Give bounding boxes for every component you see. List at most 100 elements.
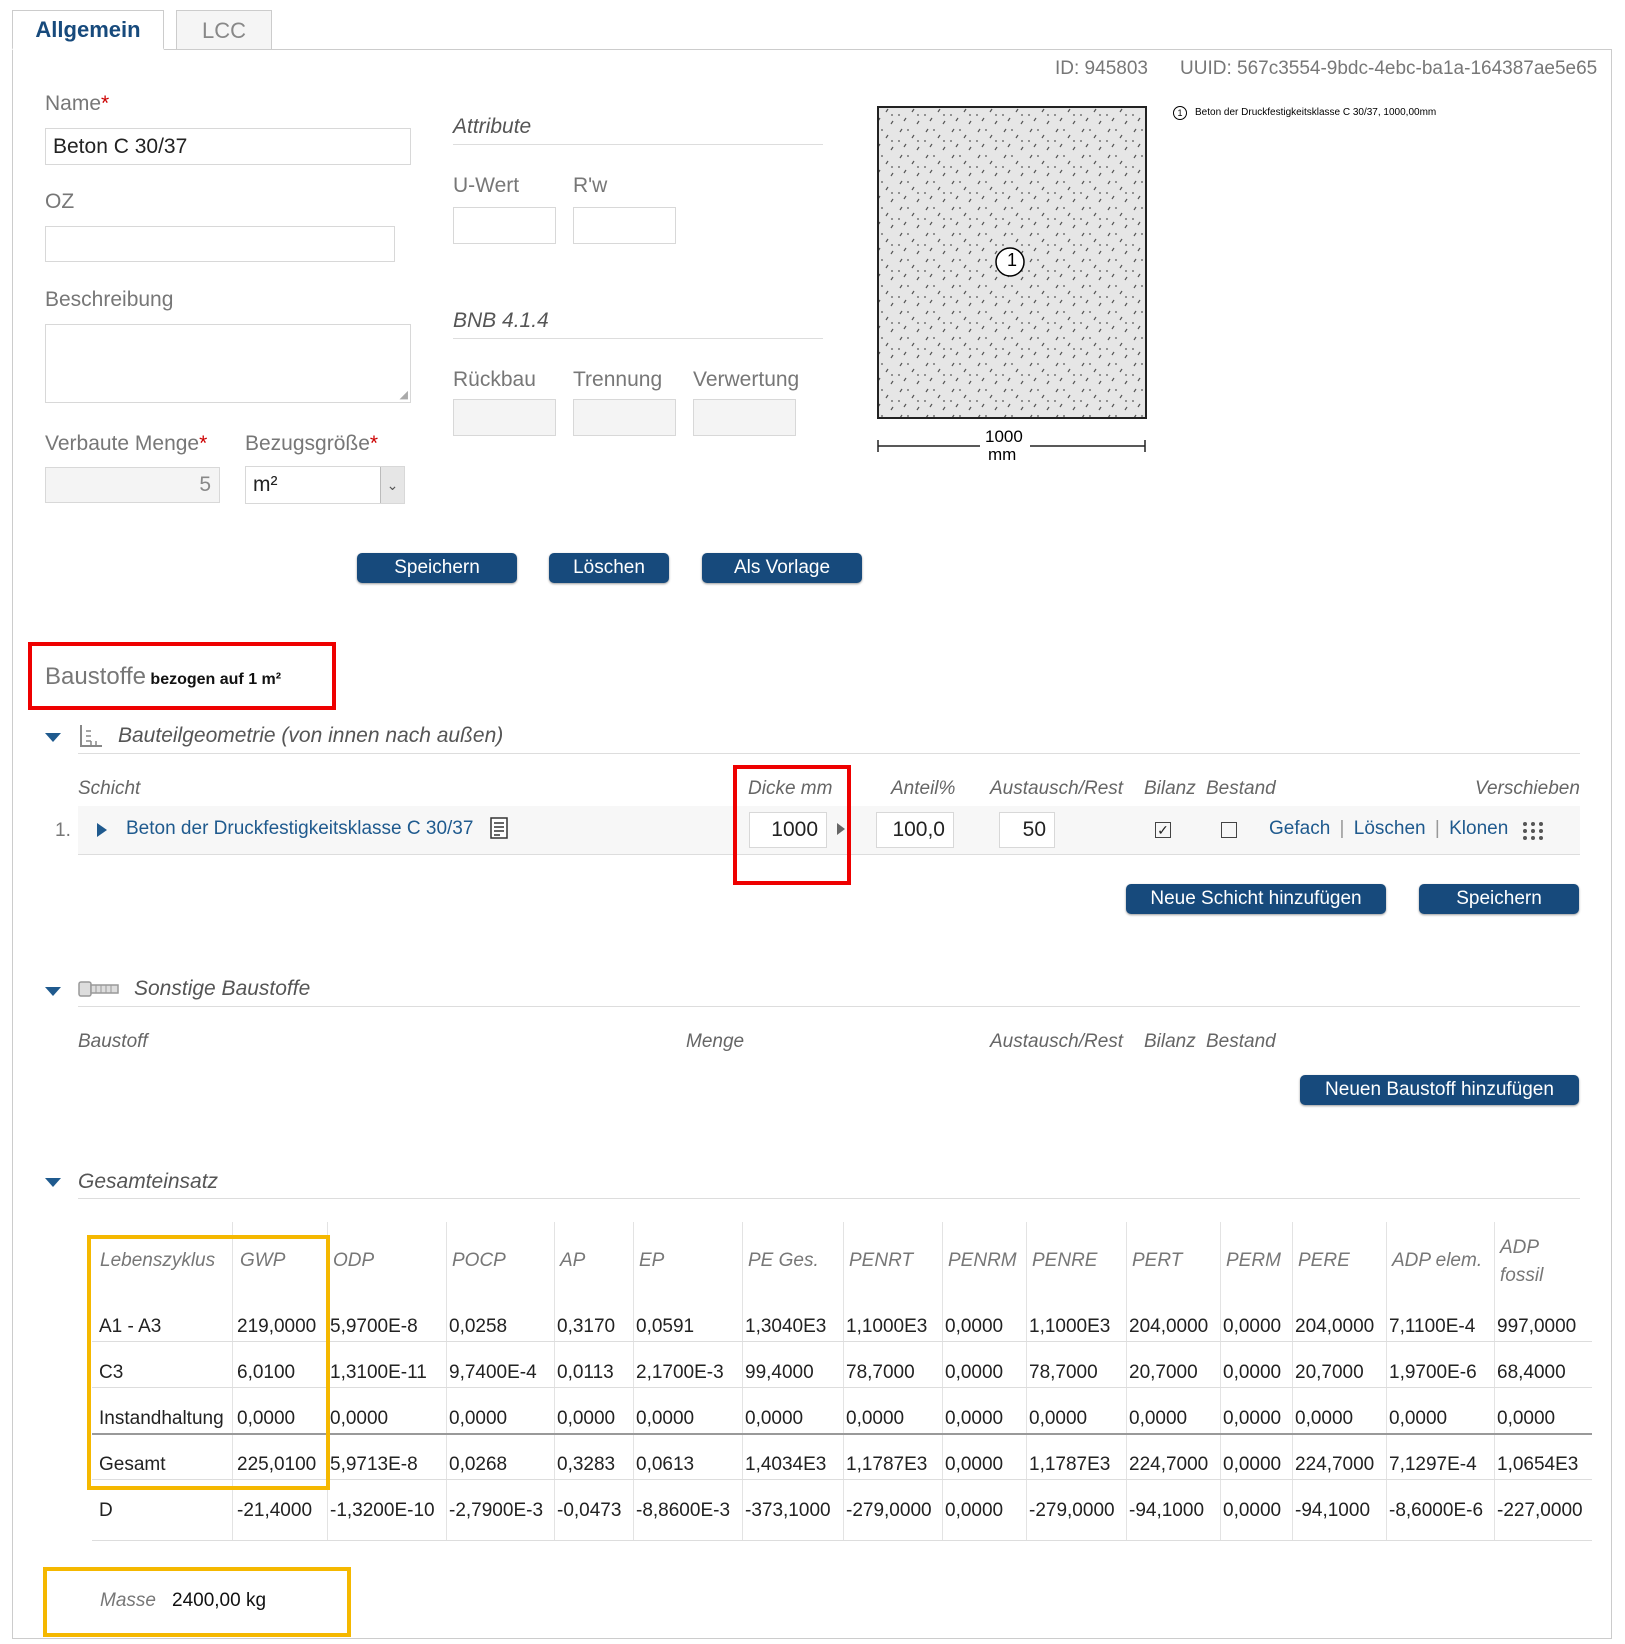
table-cell: 1,1000E3 [846,1316,928,1337]
table-header-cell: PERE [1298,1250,1350,1271]
collapse-sonstige-icon[interactable] [45,987,61,996]
table-header-cell: ODP [333,1250,375,1271]
gefach-link[interactable]: Gefach [1269,818,1330,839]
add-layer-button[interactable]: Neue Schicht hinzufügen [1126,884,1386,914]
sonstige-divider [78,1006,1580,1007]
table-header-cell: AP [560,1250,586,1271]
table-cell: -279,0000 [846,1500,932,1521]
save-button[interactable]: Speichern [357,553,517,583]
table-cell: 0,0000 [557,1408,616,1429]
table-cell: 0,0113 [557,1362,614,1383]
bezug-label: Bezugsgröße* [245,432,379,455]
table-cell: 9,7400E-4 [449,1362,537,1383]
table-header-cell: PERM [1226,1250,1281,1271]
layer-actions: Gefach | Löschen | Klonen [1269,818,1508,840]
layer-marker-number: 1 [1006,250,1017,270]
delete-button[interactable]: Löschen [549,553,669,583]
menge-input[interactable]: 5 [45,467,220,503]
table-cell: -8,8600E-3 [636,1500,731,1521]
bestand-checkbox[interactable] [1221,822,1237,838]
table-cell: -373,1000 [745,1500,831,1521]
save-as-template-button[interactable]: Als Vorlage [702,553,862,583]
layer-row-index: 1. [55,820,71,841]
loeschen-link[interactable]: Löschen [1354,818,1426,839]
beschreibung-textarea[interactable]: ◢ [45,324,411,403]
name-input[interactable]: Beton C 30/37 [45,128,411,165]
table-header-cell: EP [639,1250,665,1271]
table-cell: 0,0000 [1223,1454,1282,1475]
table-cell: 1,1787E3 [846,1454,928,1475]
table-cell: -21,4000 [237,1500,313,1521]
anteil-input[interactable]: 100,0 [876,812,954,848]
verwertung-input[interactable] [693,399,796,436]
tab-allgemein[interactable]: Allgemein [12,10,164,50]
col-schicht: Schicht [78,778,141,799]
collapse-geometrie-icon[interactable] [45,733,61,742]
attribute-title: Attribute [453,115,532,138]
bezug-select[interactable]: m² ⌄ [245,466,405,504]
add-material-button[interactable]: Neuen Baustoff hinzufügen [1300,1075,1579,1105]
table-cell: 0,0000 [945,1454,1004,1475]
table-cell: 0,0000 [846,1408,905,1429]
name-label: Name* [45,92,110,115]
expand-layer-icon[interactable] [97,823,107,837]
bezug-select-value: m² [253,473,278,496]
table-cell: 0,0000 [1129,1408,1188,1429]
beschreibung-label: Beschreibung [45,288,174,311]
col-menge: Menge [686,1031,745,1052]
chevron-down-icon[interactable]: ⌄ [380,467,404,503]
table-column-separator [1386,1222,1387,1540]
table-cell: 0,0000 [1295,1408,1354,1429]
table-cell: 0,0000 [1223,1500,1282,1521]
ruler-icon [80,725,102,747]
menge-label: Verbaute Menge* [45,432,208,455]
table-cell: -94,1000 [1295,1500,1371,1521]
table-cell: 0,0000 [1029,1408,1088,1429]
table-header-cell: ADP fossil [1500,1237,1544,1286]
col-austausch: Austausch/Rest [990,778,1124,799]
table-column-separator [742,1222,743,1540]
screw-icon [78,981,119,997]
table-column-separator [446,1222,447,1540]
table-column-separator [554,1222,555,1540]
oz-input[interactable] [45,226,395,262]
layer-name-link[interactable]: Beton der Druckfestigkeitsklasse C 30/37 [126,818,473,840]
table-cell: 0,0000 [945,1362,1004,1383]
geometrie-divider [78,753,1580,754]
table-cell: -8,6000E-6 [1389,1500,1484,1521]
drag-handle-icon[interactable] [1522,821,1544,841]
rw-input[interactable] [573,207,676,244]
table-cell: -0,0473 [557,1500,622,1521]
resize-handle-icon[interactable]: ◢ [400,388,408,401]
datasheet-icon[interactable] [490,817,508,839]
tab-lcc[interactable]: LCC [176,10,272,50]
table-cell: 0,0591 [636,1316,695,1337]
table-header-cell: ADP elem. [1392,1250,1483,1271]
bilanz-checkbox[interactable]: ✓ [1155,822,1171,838]
uwert-input[interactable] [453,207,556,244]
table-cell: 0,0000 [330,1408,389,1429]
table-cell: 0,0258 [449,1316,508,1337]
rueckbau-input[interactable] [453,399,556,436]
trennung-input[interactable] [573,399,676,436]
row-d-label: D [99,1500,113,1521]
verwertung-label: Verwertung [693,368,800,391]
collapse-gesamteinsatz-icon[interactable] [45,1178,61,1187]
save-layers-button[interactable]: Speichern [1419,884,1579,914]
table-cell: 0,0000 [1223,1408,1282,1429]
klonen-link[interactable]: Klonen [1449,818,1508,839]
table-cell: 2,1700E-3 [636,1362,724,1383]
baustoffe-title: Baustoffe bezogen auf 1 m² [45,663,282,690]
gwp-highlight [87,1235,330,1490]
layer-diagram [877,106,1147,452]
col-bestand: Bestand [1206,778,1276,799]
table-column-separator [843,1222,844,1540]
table-header-cell: POCP [452,1250,506,1271]
col-baustoff: Baustoff [78,1031,148,1052]
table-cell: 0,0613 [636,1454,695,1475]
table-cell: -1,3200E-10 [330,1500,435,1521]
austausch-input[interactable]: 50 [999,812,1055,848]
uwert-label: U-Wert [453,174,520,197]
table-cell: 20,7000 [1129,1362,1198,1383]
table-cell: 0,0000 [1223,1316,1282,1337]
